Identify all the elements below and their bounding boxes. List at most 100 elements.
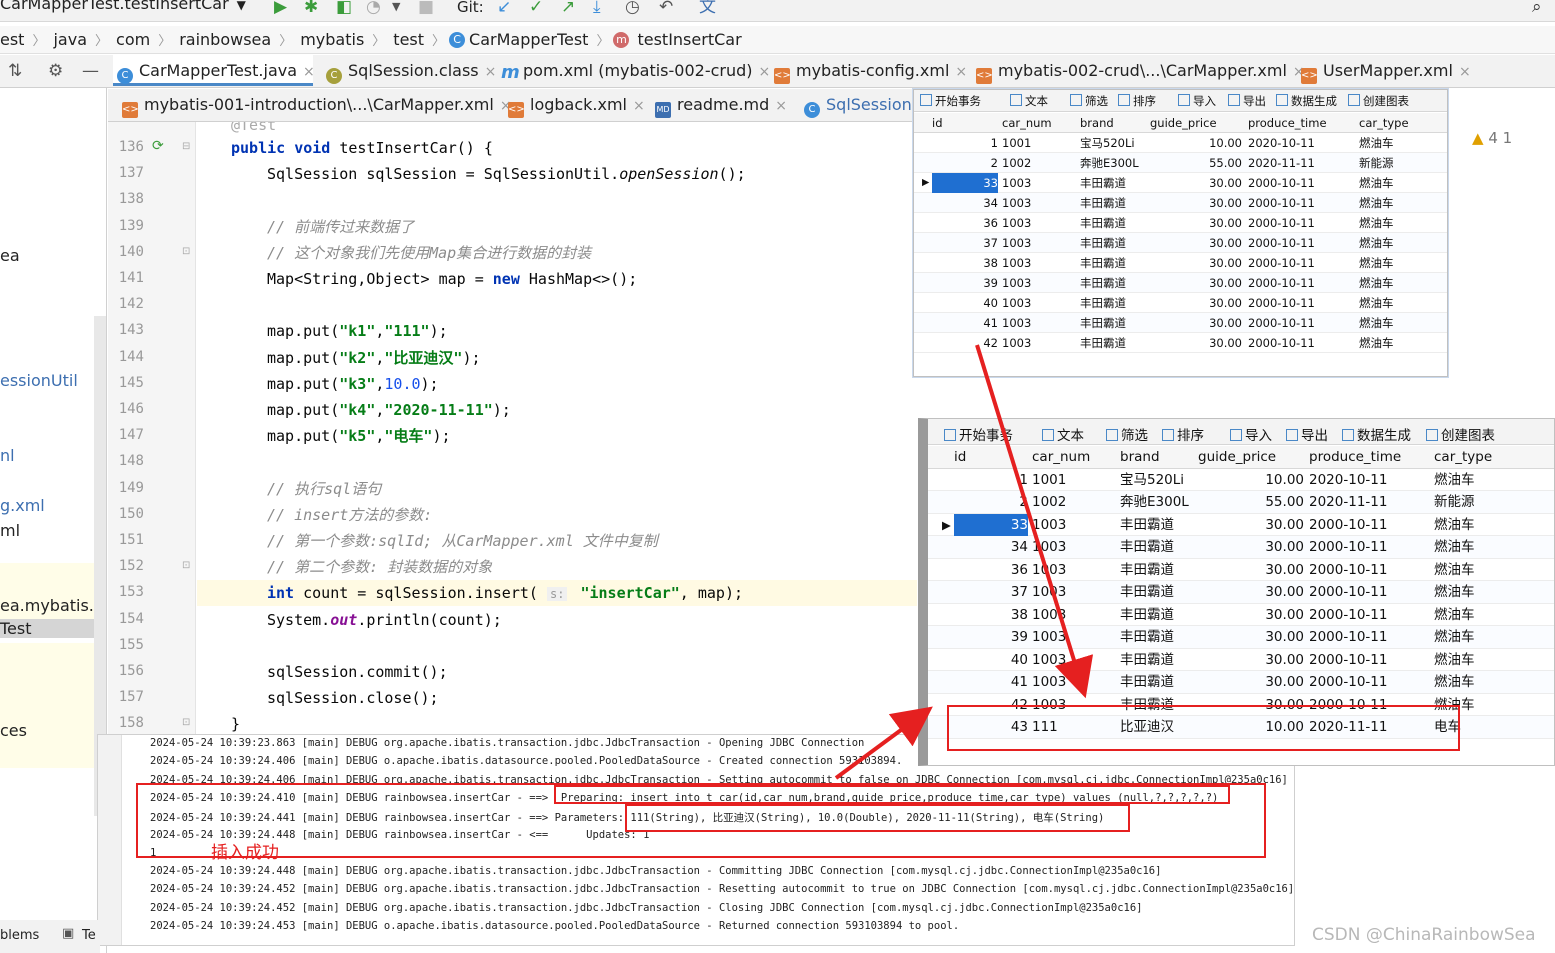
close-icon[interactable]: × — [485, 64, 497, 80]
db-cell-produce-time[interactable]: 2020-11-11 — [1248, 153, 1348, 173]
db-cell-guide-price[interactable]: 30.00 — [1150, 253, 1242, 273]
db-cell-car-num[interactable]: 1003 — [1002, 213, 1072, 233]
project-tree-item[interactable]: ea — [0, 246, 20, 265]
db-column-header[interactable]: id — [954, 446, 966, 469]
db-cell-guide-price[interactable]: 30.00 — [1150, 333, 1242, 353]
project-tree-item[interactable]: ces — [0, 721, 27, 740]
close-icon[interactable]: × — [303, 64, 315, 80]
db-cell-brand[interactable]: 宝马520Li — [1080, 133, 1150, 153]
db-toolbar-button[interactable]: 导出 — [1286, 424, 1328, 444]
chevron-down-icon[interactable]: ▼ — [392, 0, 400, 17]
db-cell-id[interactable]: 2 — [954, 491, 1028, 514]
history-icon[interactable]: ◷ — [625, 0, 640, 17]
db-cell-guide-price[interactable]: 30.00 — [1198, 536, 1304, 559]
db-table-row[interactable]: 38 1003 丰田霸道 30.00 2000-10-11 燃油车 — [914, 253, 1447, 273]
fold-icon[interactable]: ⊡ — [182, 246, 190, 257]
db-column-header[interactable]: car_num — [1032, 446, 1090, 469]
db-cell-produce-time[interactable]: 2000-10-11 — [1309, 581, 1429, 604]
db-cell-car-num[interactable]: 1003 — [1002, 313, 1072, 333]
db-cell-brand[interactable]: 丰田霸道 — [1080, 333, 1150, 353]
db-cell-produce-time[interactable]: 2000-10-11 — [1309, 649, 1429, 672]
db-cell-id[interactable]: 36 — [954, 559, 1028, 582]
db-cell-produce-time[interactable]: 2000-10-11 — [1248, 333, 1348, 353]
db-cell-brand[interactable]: 丰田霸道 — [1080, 233, 1150, 253]
db-cell-brand[interactable]: 丰田霸道 — [1080, 313, 1150, 333]
db-cell-guide-price[interactable]: 30.00 — [1150, 213, 1242, 233]
db-cell-car-type[interactable]: 燃油车 — [1434, 671, 1524, 694]
git-push-icon[interactable]: ↗ — [561, 0, 575, 17]
db-table-row[interactable]: 38 1003 丰田霸道 30.00 2000-10-11 燃油车 — [928, 604, 1554, 627]
db-table-row[interactable]: 34 1003 丰田霸道 30.00 2000-10-11 燃油车 — [914, 193, 1447, 213]
db-cell-brand[interactable]: 丰田霸道 — [1120, 514, 1196, 537]
db-cell-car-num[interactable]: 1003 — [1032, 581, 1112, 604]
db-toolbar-button[interactable]: 文本 — [1042, 424, 1084, 444]
profile-icon[interactable]: ◔ — [366, 0, 381, 17]
db-cell-guide-price[interactable]: 30.00 — [1150, 233, 1242, 253]
db-toolbar-button[interactable]: 创建图表 — [1426, 424, 1495, 444]
db-cell-produce-time[interactable]: 2000-10-11 — [1309, 626, 1429, 649]
db-cell-brand[interactable]: 丰田霸道 — [1080, 213, 1150, 233]
db-cell-car-num[interactable]: 1001 — [1002, 133, 1072, 153]
tab-readme-md[interactable]: MD readme.md × — [651, 89, 791, 120]
db-cell-produce-time[interactable]: 2000-10-11 — [1309, 514, 1429, 537]
db-cell-brand[interactable]: 丰田霸道 — [1120, 604, 1196, 627]
db-cell-car-num[interactable]: 1003 — [1002, 253, 1072, 273]
debug-icon[interactable]: ✱ — [304, 0, 318, 17]
db-cell-guide-price[interactable]: 30.00 — [1150, 173, 1242, 193]
db-cell-car-type[interactable]: 燃油车 — [1434, 559, 1524, 582]
db-cell-car-type[interactable]: 燃油车 — [1359, 233, 1439, 253]
db-cell-brand[interactable]: 奔驰E300L — [1120, 491, 1196, 514]
db-cell-brand[interactable]: 丰田霸道 — [1080, 193, 1150, 213]
project-tree-item[interactable]: ml — [0, 521, 20, 540]
db-toolbar-button[interactable]: 导出 — [1228, 93, 1266, 109]
db-table-row[interactable]: 2 1002 奔驰E300L 55.00 2020-11-11 新能源 — [928, 491, 1554, 514]
db-table-row[interactable]: 36 1003 丰田霸道 30.00 2000-10-11 燃油车 — [928, 559, 1554, 582]
breadcrumb-item[interactable]: rainbowsea — [175, 30, 275, 49]
run-config-select[interactable]: CarMapperTest.testInsertCar ▼ — [0, 0, 246, 13]
db-table-row[interactable]: 37 1003 丰田霸道 30.00 2000-10-11 燃油车 — [914, 233, 1447, 253]
breadcrumb-item[interactable]: mybatis — [296, 30, 368, 49]
db-cell-guide-price[interactable]: 30.00 — [1198, 671, 1304, 694]
problems-tab[interactable]: blems — [0, 928, 39, 943]
db-cell-produce-time[interactable]: 2000-10-11 — [1309, 604, 1429, 627]
db-column-header[interactable]: guide_price — [1150, 113, 1217, 133]
git-fetch-icon[interactable]: ⤓ — [593, 0, 601, 17]
db-toolbar-button[interactable]: 筛选 — [1106, 424, 1148, 444]
db-toolbar-button[interactable]: 文本 — [1010, 93, 1048, 109]
db-cell-id[interactable]: 34 — [932, 193, 998, 213]
db-cell-car-type[interactable]: 燃油车 — [1434, 536, 1524, 559]
db-cell-car-num[interactable]: 1003 — [1032, 649, 1112, 672]
db-cell-brand[interactable]: 丰田霸道 — [1080, 253, 1150, 273]
db-table-row[interactable]: 2 1002 奔驰E300L 55.00 2020-11-11 新能源 — [914, 153, 1447, 173]
db-cell-id[interactable]: 36 — [932, 213, 998, 233]
db-cell-car-type[interactable]: 燃油车 — [1359, 173, 1439, 193]
db-column-header[interactable]: produce_time — [1248, 113, 1327, 133]
run-icon[interactable]: ▶ — [274, 0, 287, 17]
db-cell-car-type[interactable]: 燃油车 — [1359, 253, 1439, 273]
breadcrumb-item[interactable]: test — [389, 30, 428, 49]
close-icon[interactable]: × — [633, 98, 645, 114]
tab-carmapper-xml-001[interactable]: <> mybatis-001-introduction\...\CarMapper… — [118, 89, 512, 120]
db-cell-brand[interactable]: 丰田霸道 — [1080, 273, 1150, 293]
tab-sqlsession-class[interactable]: C SqlSession.class × — [322, 55, 496, 86]
git-commit-icon[interactable]: ✓ — [529, 0, 543, 17]
project-tree-item[interactable]: nl — [0, 446, 15, 465]
tab-carmapper-xml-002[interactable]: <> mybatis-002-crud\...\CarMapper.xml × — [972, 55, 1305, 86]
db-cell-car-num[interactable]: 1003 — [1032, 671, 1112, 694]
fold-icon[interactable]: ⊡ — [182, 560, 190, 571]
db-cell-id[interactable]: 39 — [954, 626, 1028, 649]
db-cell-brand[interactable]: 丰田霸道 — [1120, 559, 1196, 582]
tab-mybatis-config[interactable]: <> mybatis-config.xml × — [770, 55, 967, 86]
db-table-row[interactable]: ▶ 33 1003 丰田霸道 30.00 2000-10-11 燃油车 — [928, 513, 1554, 537]
db-cell-guide-price[interactable]: 30.00 — [1198, 514, 1304, 537]
db-table-row[interactable]: 41 1003 丰田霸道 30.00 2000-10-11 燃油车 — [928, 671, 1554, 694]
db-cell-id[interactable]: 38 — [932, 253, 998, 273]
minimize-icon[interactable]: — — [82, 61, 99, 81]
project-tree-item[interactable]: g.xml — [0, 496, 45, 515]
breadcrumb-item[interactable]: java — [49, 30, 91, 49]
db-cell-id[interactable]: 41 — [954, 671, 1028, 694]
db-table-row[interactable]: 1 1001 宝马520Li 10.00 2020-10-11 燃油车 — [928, 469, 1554, 491]
db-cell-brand[interactable]: 丰田霸道 — [1080, 173, 1150, 193]
db-toolbar-button[interactable]: 导入 — [1230, 424, 1272, 444]
db-column-header[interactable]: brand — [1120, 446, 1160, 469]
